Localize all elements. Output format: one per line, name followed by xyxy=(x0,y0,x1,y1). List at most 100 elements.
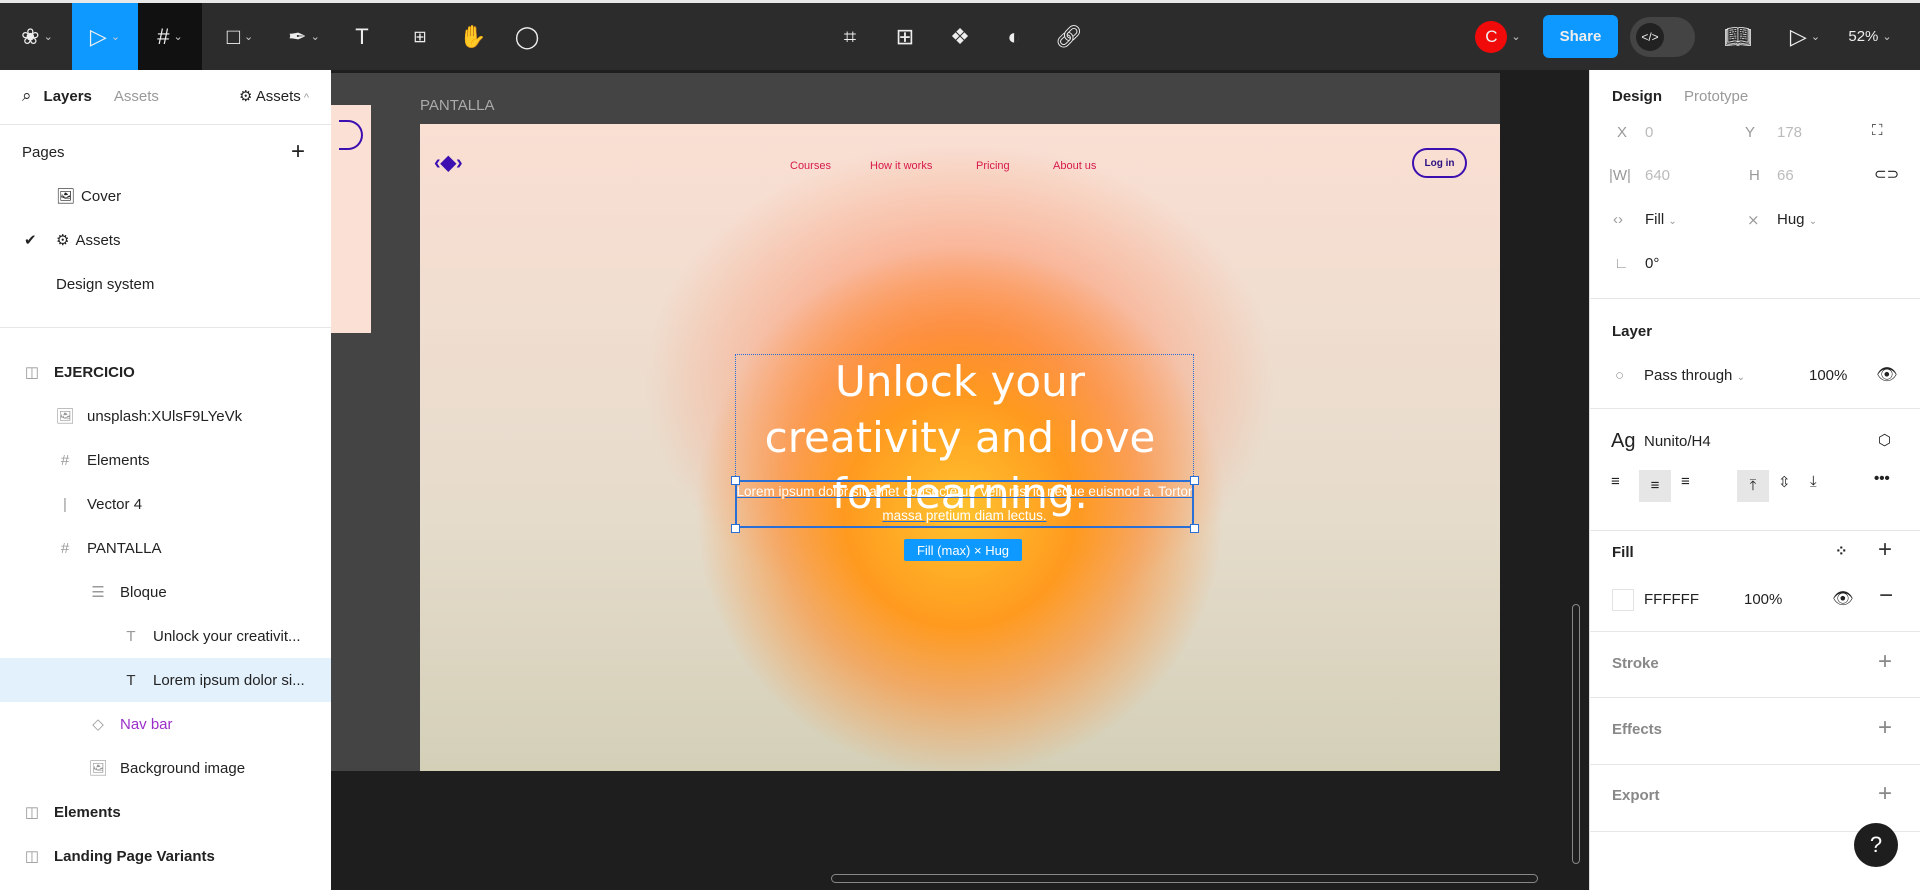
transform-button[interactable]: ⌗ xyxy=(832,3,868,70)
comment-tool-button[interactable]: ◯ xyxy=(509,3,545,70)
page-item-cover[interactable]: 🖼︎ Cover xyxy=(0,174,331,218)
link-button[interactable]: 🔗︎ xyxy=(1051,3,1087,70)
search-icon[interactable]: ⌕ xyxy=(22,86,32,106)
y-input[interactable]: 178 xyxy=(1777,124,1802,141)
page-item-design-system[interactable]: Design system xyxy=(0,262,331,306)
layer-item[interactable]: # PANTALLA xyxy=(0,526,331,570)
rotation-input[interactable]: 0° xyxy=(1645,255,1659,272)
resize-handle-br[interactable] xyxy=(1190,524,1199,533)
align-right-icon[interactable]: ≡ xyxy=(1681,473,1690,490)
section-icon: ◫ xyxy=(24,804,40,821)
align-top-icon[interactable]: ⤒ xyxy=(1737,470,1769,502)
text-tool-button[interactable]: T xyxy=(344,3,380,70)
add-fill-icon[interactable]: + xyxy=(1878,536,1892,564)
nav-link-pricing[interactable]: Pricing xyxy=(976,160,1010,172)
page-dropdown[interactable]: ⚙ Assets ^ xyxy=(239,87,309,105)
tab-prototype[interactable]: Prototype xyxy=(1684,88,1748,105)
layer-item[interactable]: T Lorem ipsum dolor si... xyxy=(0,658,331,702)
w-input[interactable]: 640 xyxy=(1645,167,1670,184)
resize-handle-bl[interactable] xyxy=(731,524,740,533)
divider xyxy=(1589,530,1920,531)
style-hexagon-icon[interactable]: ⬡ xyxy=(1878,431,1891,449)
divider xyxy=(1589,764,1920,765)
tab-design[interactable]: Design xyxy=(1612,88,1662,105)
horizontal-scrollbar[interactable] xyxy=(831,874,1538,883)
styles-grid-icon[interactable]: ⁘ xyxy=(1835,542,1848,560)
fill-visibility-eye-icon[interactable]: 👁︎ xyxy=(1832,589,1854,609)
add-stroke-icon[interactable]: + xyxy=(1878,648,1892,676)
layer-item[interactable]: 🖼︎ Background image xyxy=(0,746,331,790)
width-mode-dropdown[interactable]: Fill ⌄ xyxy=(1645,211,1677,228)
layer-item[interactable]: | Vector 4 xyxy=(0,482,331,526)
fill-opacity-input[interactable]: 100% xyxy=(1744,591,1782,608)
main-menu-button[interactable]: ❀ ⌄ xyxy=(14,3,60,70)
cover-frame-partial[interactable] xyxy=(331,105,371,333)
fill-color-swatch[interactable] xyxy=(1612,589,1634,611)
dev-mode-toggle[interactable]: </> xyxy=(1630,17,1695,57)
present-button[interactable]: ▷ ⌄ xyxy=(1780,3,1830,70)
move-tool-button[interactable]: ▷ ⌄ xyxy=(72,3,138,70)
visibility-eye-icon[interactable]: 👁︎ xyxy=(1876,365,1898,385)
layer-item[interactable]: ◫ EJERCICIO xyxy=(0,350,331,394)
layer-item[interactable]: # Elements xyxy=(0,438,331,482)
layer-item[interactable]: ◫ Landing Page Variants xyxy=(0,834,331,878)
selection-box[interactable] xyxy=(735,480,1194,528)
nav-link-courses[interactable]: Courses xyxy=(790,160,831,172)
add-constraint-icon[interactable]: ⛶ xyxy=(1872,122,1883,139)
zoom-menu[interactable]: 52% ⌄ xyxy=(1840,3,1900,70)
x-input[interactable]: 0 xyxy=(1645,124,1653,141)
align-middle-icon[interactable]: ⇳ xyxy=(1778,473,1791,491)
add-export-icon[interactable]: + xyxy=(1878,780,1892,808)
remove-fill-icon[interactable]: − xyxy=(1879,582,1893,610)
shape-tool-button[interactable]: □ ⌄ xyxy=(214,3,266,70)
layer-item[interactable]: T Unlock your creativit... xyxy=(0,614,331,658)
add-page-icon[interactable]: + xyxy=(291,138,305,166)
resources-button[interactable]: ⊞ xyxy=(402,3,438,70)
nav-link-how-it-works[interactable]: How it works xyxy=(870,160,932,172)
avatar: C xyxy=(1475,20,1508,53)
blend-mode-label: Pass through xyxy=(1644,367,1733,384)
share-button[interactable]: Share xyxy=(1543,15,1618,58)
hand-tool-button[interactable]: ✋ xyxy=(455,3,491,70)
zoom-level: 52% xyxy=(1848,28,1879,45)
component-button[interactable]: ❖ xyxy=(942,3,978,70)
h-input[interactable]: 66 xyxy=(1777,167,1794,184)
fill-hex-input[interactable]: FFFFFF xyxy=(1644,591,1699,608)
hand-icon: ✋ xyxy=(459,23,487,49)
pantalla-frame[interactable]: ‹◆› Courses How it works Pricing About u… xyxy=(420,124,1500,771)
page-item-assets[interactable]: ✔ ⚙ Assets xyxy=(0,218,331,262)
layer-opacity-input[interactable]: 100% xyxy=(1809,367,1847,384)
constrain-proportions-icon[interactable]: ⊂⊃ xyxy=(1874,165,1899,183)
layer-item[interactable]: ◫ Elements xyxy=(0,790,331,834)
resize-handle-tr[interactable] xyxy=(1190,476,1199,485)
tab-layers[interactable]: Layers xyxy=(44,88,92,105)
layout-grid-button[interactable]: ⊞ xyxy=(887,3,923,70)
pen-tool-button[interactable]: ✒ ⌄ xyxy=(278,3,330,70)
library-button[interactable]: 📖︎ xyxy=(1720,3,1756,70)
frame-tool-button[interactable]: # ⌄ xyxy=(138,3,202,70)
frame-label[interactable]: PANTALLA xyxy=(420,97,494,114)
user-menu[interactable]: C ⌄ xyxy=(1465,3,1531,70)
blend-mode-dropdown[interactable]: Pass through ⌄ xyxy=(1644,367,1745,384)
layer-item[interactable]: ◇ Nav bar xyxy=(0,702,331,746)
divider xyxy=(1589,298,1920,299)
align-bottom-icon[interactable]: ⤓ xyxy=(1810,473,1817,490)
vector-path-icon: ⌗ xyxy=(843,23,857,49)
mask-button[interactable]: ◐ xyxy=(996,3,1032,70)
add-effect-icon[interactable]: + xyxy=(1878,714,1892,742)
fill-section-title: Fill xyxy=(1612,544,1634,561)
divider xyxy=(1589,408,1920,409)
layer-item[interactable]: ☰ Bloque xyxy=(0,570,331,614)
more-options-icon[interactable]: ••• xyxy=(1874,470,1890,487)
vertical-scrollbar[interactable] xyxy=(1572,604,1580,864)
text-style-name[interactable]: Nunito/H4 xyxy=(1644,433,1711,450)
align-center-icon[interactable]: ≡ xyxy=(1639,470,1671,502)
nav-link-about-us[interactable]: About us xyxy=(1053,160,1096,172)
resize-handle-tl[interactable] xyxy=(731,476,740,485)
tab-assets[interactable]: Assets xyxy=(114,88,159,105)
login-button[interactable]: Log in xyxy=(1412,148,1467,178)
help-button[interactable]: ? xyxy=(1854,823,1898,867)
layer-item[interactable]: 🖼︎ unsplash:XUlsF9LYeVk xyxy=(0,394,331,438)
height-mode-dropdown[interactable]: Hug ⌄ xyxy=(1777,211,1817,228)
align-left-icon[interactable]: ≡ xyxy=(1611,473,1637,503)
